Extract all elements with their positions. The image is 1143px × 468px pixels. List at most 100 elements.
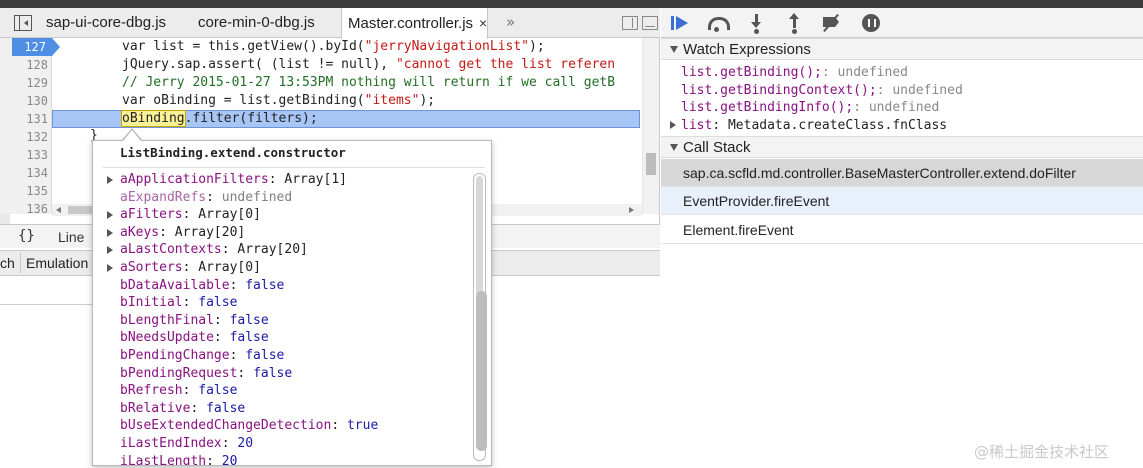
expand-arrow-icon[interactable]	[107, 246, 113, 255]
property-name: iLastLength	[120, 453, 207, 466]
step-over-icon[interactable]	[707, 13, 730, 33]
code-text: .filter(filters);	[184, 111, 318, 126]
expand-arrow-icon[interactable]	[670, 121, 676, 129]
property-separator: :	[159, 224, 175, 240]
property-row[interactable]: bPendingRequest: false	[120, 365, 292, 383]
expand-arrow-icon[interactable]	[107, 211, 113, 220]
line-number-breakpoint[interactable]: 127	[12, 38, 60, 56]
line-number[interactable]: 129	[0, 74, 48, 92]
scrollbar-track-lower[interactable]	[476, 291, 487, 451]
property-separator: :	[182, 295, 199, 311]
scrollbar-thumb[interactable]	[476, 176, 483, 296]
line-number[interactable]: 134	[0, 164, 48, 182]
property-value: 20	[221, 453, 238, 466]
watch-item[interactable]: list.getBinding();: undefined	[681, 64, 908, 81]
object-inspector-popover[interactable]: ListBinding.extend.constructor aApplicat…	[92, 140, 492, 466]
line-number[interactable]: 136	[0, 200, 48, 218]
cursor-position-label: Line	[58, 229, 85, 245]
line-gutter[interactable]: 127 128 129 130 131 132 133 134 135 136	[0, 38, 60, 216]
line-number[interactable]: 135	[0, 182, 48, 200]
deactivate-breakpoints-icon[interactable]	[821, 13, 841, 33]
scroll-right-icon[interactable]	[629, 207, 634, 213]
property-name: bPendingChange	[120, 348, 230, 363]
property-value: Array[1]	[284, 172, 347, 187]
drawer-divider	[0, 304, 92, 305]
tab-master-controller[interactable]: Master.controller.js ×	[341, 8, 489, 39]
popover-divider	[103, 167, 485, 168]
code-string: "cannot get the list referen	[395, 57, 616, 72]
call-frame-selected[interactable]: sap.ca.scfld.md.controller.BaseMasterCon…	[661, 159, 1143, 187]
expand-arrow-icon[interactable]	[107, 228, 113, 237]
property-row[interactable]: bUseExtendedChangeDetection: true	[120, 417, 378, 435]
close-tab-icon[interactable]: ×	[479, 8, 487, 38]
watch-expressions-header[interactable]: Watch Expressions	[661, 38, 1143, 60]
code-line-128[interactable]: jQuery.sap.assert( (list != null), "cann…	[122, 56, 615, 74]
property-name: aExpandRefs	[120, 189, 207, 205]
expand-arrow-icon[interactable]	[107, 176, 113, 184]
property-row[interactable]: bRefresh: false	[120, 382, 237, 400]
tab-core-min-0-dbg[interactable]: core-min-0-dbg.js	[198, 8, 315, 38]
watch-item[interactable]: list.getBindingInfo();: undefined	[681, 99, 939, 116]
scrollbar-thumb[interactable]	[646, 153, 656, 175]
scroll-left-icon[interactable]	[56, 207, 61, 213]
call-frame[interactable]: EventProvider.fireEvent	[661, 187, 1143, 215]
step-out-icon[interactable]	[785, 13, 805, 34]
property-name: bUseExtendedChangeDetection	[120, 418, 332, 434]
property-row[interactable]: bLengthFinal: false	[120, 312, 269, 330]
resume-icon[interactable]	[671, 13, 691, 33]
window-top-strip	[0, 0, 1143, 8]
watch-expression: list	[681, 117, 713, 133]
tab-sap-ui-core-dbg[interactable]: sap-ui-core-dbg.js	[46, 8, 166, 38]
property-separator: :	[237, 365, 254, 381]
property-row[interactable]: aLastContexts: Array[20]	[120, 241, 308, 259]
watch-expression: list.getBindingInfo();	[681, 100, 854, 115]
code-text: );	[419, 93, 436, 108]
hovered-variable[interactable]: oBinding	[121, 110, 186, 127]
more-tabs-icon[interactable]: »	[506, 13, 515, 31]
property-separator: :	[331, 418, 347, 434]
toggle-drawer-icon[interactable]	[642, 16, 658, 30]
expand-arrow-icon[interactable]	[107, 264, 113, 272]
line-number[interactable]: 128	[0, 56, 48, 74]
property-row[interactable]: aSorters: Array[0]	[120, 259, 261, 277]
property-row[interactable]: bPendingChange: false	[120, 347, 284, 365]
line-number[interactable]: 132	[0, 128, 48, 146]
watermark: @稀土掘金技术社区	[974, 443, 1110, 461]
toggle-navigator-icon[interactable]	[14, 15, 32, 31]
toggle-sidebar-icon[interactable]	[622, 16, 638, 30]
step-into-icon[interactable]	[747, 13, 767, 34]
watch-item[interactable]: list.getBindingContext();: undefined	[681, 82, 963, 99]
property-row[interactable]: aKeys: Array[20]	[120, 224, 245, 242]
editor-vertical-scrollbar[interactable]	[642, 38, 659, 214]
property-row[interactable]: bNeedsUpdate: false	[120, 329, 269, 347]
pretty-print-button[interactable]: {}	[18, 228, 35, 244]
debugger-sidebar: Watch Expressions list.getBinding();: un…	[661, 8, 1143, 468]
line-number[interactable]: 131	[0, 110, 48, 128]
watch-item[interactable]: list: Metadata.createClass.fnClass	[681, 117, 947, 134]
property-row[interactable]: iLastLength: 20	[120, 453, 238, 466]
drawer-tab-search[interactable]: ch	[0, 255, 15, 271]
line-number[interactable]: 133	[0, 146, 48, 164]
property-row[interactable]: aFilters: Array[0]	[120, 206, 261, 224]
code-line-127[interactable]: var list = this.getView().byId("jerryNav…	[122, 38, 545, 56]
call-stack-header[interactable]: Call Stack	[661, 136, 1143, 158]
code-line-131[interactable]: oBinding.filter(filters);	[121, 110, 318, 128]
watch-value: : undefined	[853, 100, 940, 115]
line-number[interactable]: 130	[0, 92, 48, 110]
property-row[interactable]: aExpandRefs: undefined	[120, 189, 292, 207]
popover-caret-inner	[123, 130, 141, 141]
property-row[interactable]: bInitial: false	[120, 294, 237, 312]
section-title: Call Stack	[683, 139, 751, 156]
drawer-tab-emulation[interactable]: Emulation	[26, 255, 88, 271]
property-row[interactable]: bDataAvailable: false	[120, 277, 284, 295]
property-row[interactable]: iLastEndIndex: 20	[120, 435, 253, 453]
pause-on-exceptions-icon[interactable]	[861, 13, 881, 33]
call-frame[interactable]: Element.fireEvent	[661, 216, 1143, 244]
code-line-130[interactable]: var oBinding = list.getBinding("items");	[122, 92, 435, 110]
property-row[interactable]: bRelative: false	[120, 400, 245, 418]
watch-value: : Metadata.createClass.fnClass	[712, 117, 948, 133]
code-line-129[interactable]: // Jerry 2015-01-27 13:53PM nothing will…	[122, 74, 615, 92]
property-value: Array[20]	[174, 224, 246, 240]
property-row[interactable]: aApplicationFilters: Array[1]	[120, 171, 347, 189]
property-value: Array[20]	[237, 242, 308, 258]
